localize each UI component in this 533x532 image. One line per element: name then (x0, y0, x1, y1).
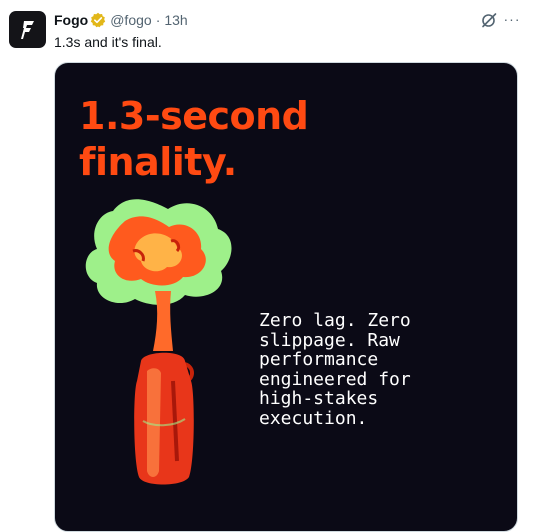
body-line-3: performance (259, 349, 379, 370)
tweet-text: 1.3s and it's final. (54, 34, 162, 50)
body-line-4: engineered for (259, 368, 411, 390)
headline-line-1: 1.3-second (79, 94, 309, 138)
body-line-1: Zero lag. Zero (259, 310, 411, 331)
fogo-logo-icon (20, 20, 34, 39)
body-line-5: high-stakes (259, 388, 379, 409)
body-line-6: execution. (259, 407, 368, 429)
grok-icon[interactable] (480, 11, 498, 29)
avatar[interactable] (9, 11, 46, 48)
more-icon[interactable]: ··· (502, 9, 522, 29)
author-name[interactable]: Fogo (54, 11, 88, 29)
separator-dot: · (155, 12, 161, 28)
tweet-media-image[interactable]: 1.3-second finality. Zero lag. Zero slip… (54, 62, 518, 532)
verified-badge-icon[interactable] (90, 12, 106, 28)
tweet-header: Fogo @fogo · 13h (54, 11, 188, 29)
media-body-text: Zero lag. Zero slippage. Raw performance… (259, 311, 459, 428)
author-handle[interactable]: @fogo (110, 11, 151, 29)
media-headline: 1.3-second finality. (79, 93, 309, 185)
headline-line-2: finality. (79, 140, 237, 184)
extinguisher-blast-illustration (85, 199, 232, 485)
timestamp[interactable]: 13h (164, 11, 187, 29)
body-line-2: slippage. Raw (259, 329, 400, 351)
tweet: Fogo @fogo · 13h ··· 1.3s and it's final… (0, 0, 533, 532)
